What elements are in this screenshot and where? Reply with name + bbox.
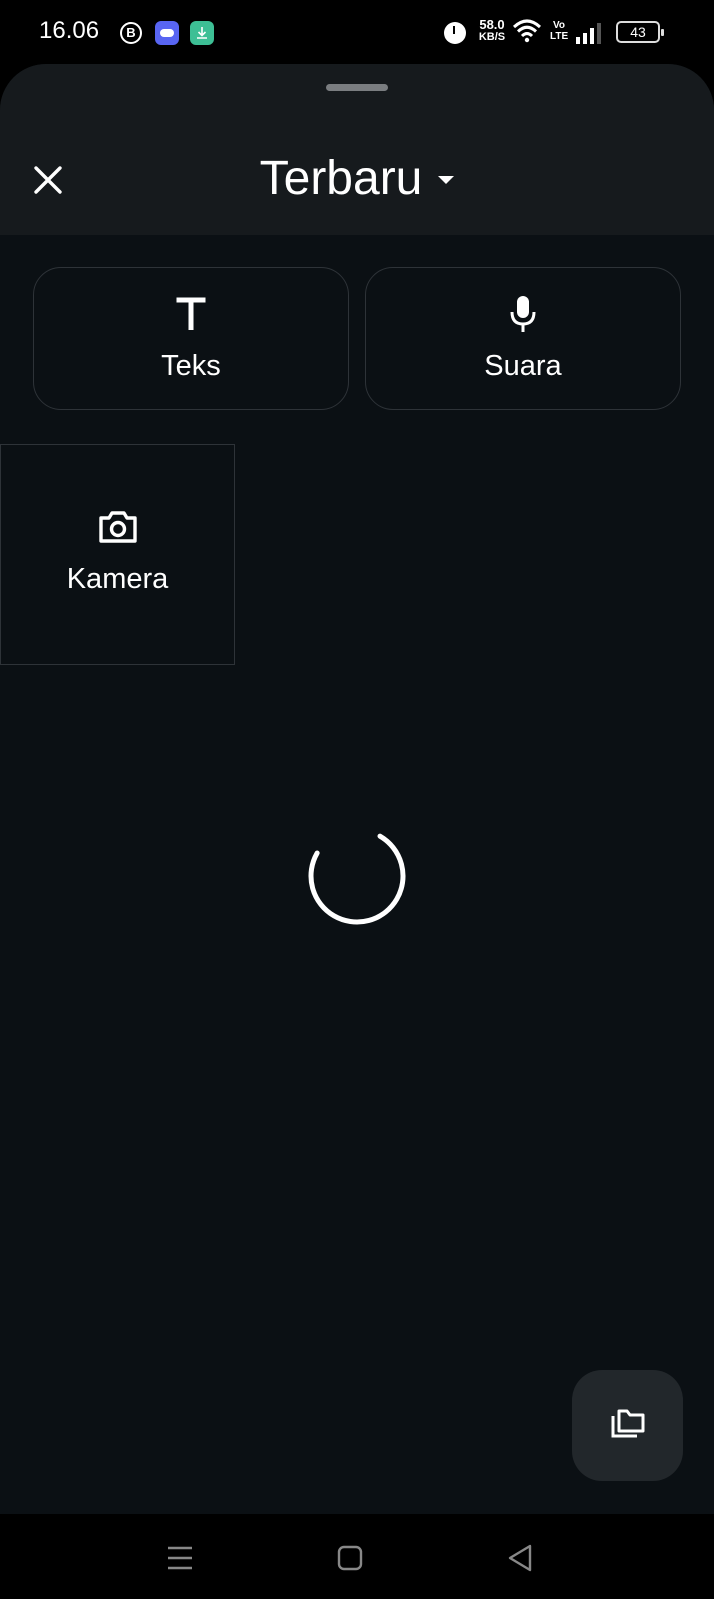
back-icon xyxy=(508,1544,532,1572)
discord-icon xyxy=(155,21,179,45)
sheet-header: Terbaru xyxy=(0,64,714,235)
download-icon xyxy=(190,21,214,45)
home-button[interactable] xyxy=(330,1538,370,1578)
battery-icon: 43 xyxy=(616,21,664,43)
wifi-icon xyxy=(512,18,542,50)
network-speed: 58.0 KB/S xyxy=(472,18,512,50)
status-time: 16.06 xyxy=(39,17,100,44)
network-speed-unit: KB/S xyxy=(478,31,506,43)
back-button[interactable] xyxy=(500,1538,540,1578)
volte-bottom: LTE xyxy=(550,31,569,42)
network-speed-value: 58.0 xyxy=(479,17,505,32)
bottom-sheet: Terbaru Teks Suara Kamera xyxy=(0,64,714,1514)
signal-icon xyxy=(576,22,602,44)
chevron-down-icon xyxy=(438,176,455,184)
recent-apps-button[interactable] xyxy=(160,1538,200,1578)
voice-option-label: Suara xyxy=(484,350,562,382)
navigation-bar xyxy=(0,1514,714,1599)
sheet-title: Terbaru xyxy=(259,151,423,205)
volte-indicator: Vo LTE xyxy=(550,20,568,52)
camera-option-button[interactable]: Kamera xyxy=(0,444,235,665)
text-option-button[interactable]: Teks xyxy=(33,267,349,410)
alarm-icon xyxy=(444,22,466,44)
text-option-label: Teks xyxy=(161,350,221,382)
microphone-icon xyxy=(510,296,536,332)
camera-icon xyxy=(98,511,137,543)
gallery-button[interactable] xyxy=(572,1370,683,1481)
camera-option-label: Kamera xyxy=(66,563,169,595)
title-dropdown[interactable]: Terbaru xyxy=(0,148,714,208)
home-icon xyxy=(337,1545,363,1571)
gallery-folder-icon xyxy=(611,1409,645,1438)
voice-option-button[interactable]: Suara xyxy=(365,267,681,410)
battery-level: 43 xyxy=(630,24,646,40)
b-notification-icon: B xyxy=(120,22,142,44)
drag-handle[interactable] xyxy=(326,84,388,91)
menu-icon xyxy=(168,1546,192,1570)
loading-spinner xyxy=(308,833,406,925)
text-icon xyxy=(176,297,206,330)
volte-top: Vo xyxy=(552,20,566,31)
status-bar: 16.06 B 58.0 KB/S Vo LTE 43 xyxy=(0,0,714,64)
screen: 16.06 B 58.0 KB/S Vo LTE 43 Terbaru Teks… xyxy=(0,0,714,1599)
